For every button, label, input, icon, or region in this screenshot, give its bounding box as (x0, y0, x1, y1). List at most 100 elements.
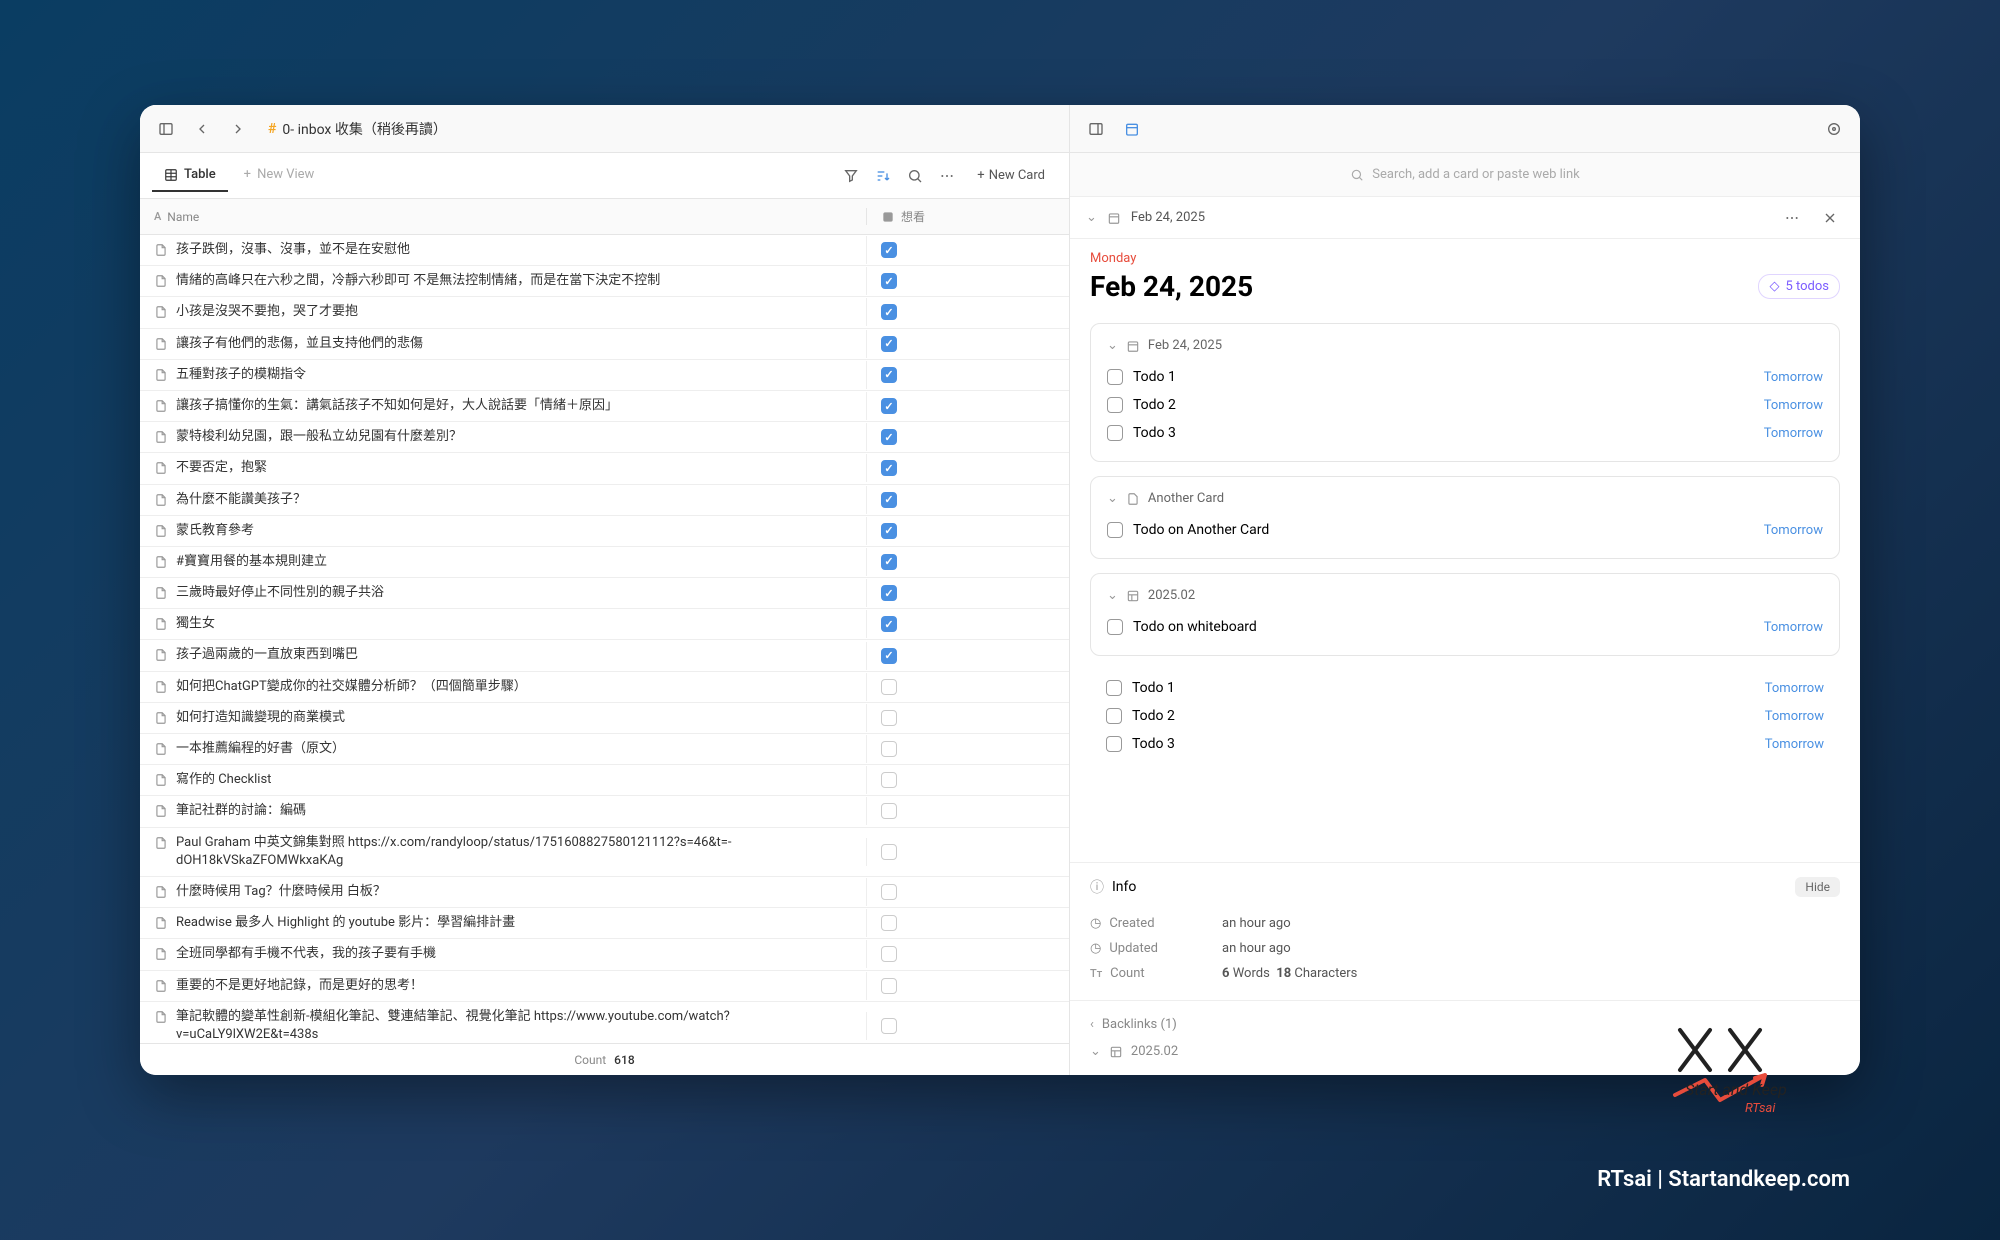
table-row[interactable]: 蒙氏教育參考 (140, 516, 1069, 547)
new-card-button[interactable]: + New Card (965, 162, 1057, 189)
sort-icon[interactable] (869, 162, 897, 190)
want-checkbox[interactable] (881, 772, 897, 788)
table-row[interactable]: 一本推薦編程的好書（原文） (140, 734, 1069, 765)
table-row[interactable]: Paul Graham 中英文錦集對照 https://x.com/randyl… (140, 828, 1069, 877)
search-bar[interactable]: Search, add a card or paste web link (1070, 153, 1860, 197)
want-checkbox[interactable] (881, 710, 897, 726)
loose-todos: Todo 1TomorrowTodo 2TomorrowTodo 3Tomorr… (1090, 670, 1840, 762)
table-row[interactable]: 筆記社群的討論：編碼 (140, 796, 1069, 827)
table-row[interactable]: 獨生女 (140, 609, 1069, 640)
table-row[interactable]: 不要否定，抱緊 (140, 453, 1069, 484)
want-checkbox[interactable] (881, 460, 897, 476)
want-checkbox[interactable] (881, 978, 897, 994)
todo-item[interactable]: Todo 3Tomorrow (1106, 730, 1824, 758)
panel-toggle-icon[interactable] (1082, 115, 1110, 143)
want-checkbox[interactable] (881, 616, 897, 632)
row-text: 蒙氏教育參考 (176, 522, 254, 540)
doc-icon (154, 430, 168, 444)
search-icon[interactable] (901, 162, 929, 190)
chevron-down-icon[interactable]: ⌄ (1086, 210, 1097, 225)
todo-item[interactable]: Todo on whiteboard Tomorrow (1107, 613, 1823, 641)
want-checkbox[interactable] (881, 367, 897, 383)
table-row[interactable]: 孩子跌倒，沒事、沒事，並不是在安慰他 (140, 235, 1069, 266)
column-want-header[interactable]: 想看 (866, 208, 1046, 225)
card-header[interactable]: ⌄2025.02 (1107, 588, 1823, 603)
todo-item[interactable]: Todo 2 Tomorrow (1107, 391, 1823, 419)
card-header[interactable]: ⌄Another Card (1107, 491, 1823, 506)
want-checkbox[interactable] (881, 1018, 897, 1034)
want-checkbox[interactable] (881, 492, 897, 508)
want-checkbox[interactable] (881, 915, 897, 931)
todo-card: ⌄Feb 24, 2025 Todo 1 Tomorrow Todo 2 Tom… (1090, 323, 1840, 462)
table-row[interactable]: 如何打造知識變現的商業模式 (140, 703, 1069, 734)
want-checkbox[interactable] (881, 273, 897, 289)
todo-checkbox[interactable] (1107, 522, 1123, 538)
table-row[interactable]: 三歲時最好停止不同性別的親子共浴 (140, 578, 1069, 609)
todo-checkbox[interactable] (1107, 425, 1123, 441)
close-icon[interactable] (1816, 204, 1844, 232)
more-icon[interactable] (933, 162, 961, 190)
table-row[interactable]: 五種對孩子的模糊指令 (140, 360, 1069, 391)
table-row[interactable]: 如何把ChatGPT變成你的社交媒體分析師？（四個簡單步驟） (140, 672, 1069, 703)
tab-table[interactable]: Table (152, 159, 228, 192)
hide-button[interactable]: Hide (1795, 877, 1840, 897)
want-checkbox[interactable] (881, 554, 897, 570)
want-checkbox[interactable] (881, 741, 897, 757)
doc-icon (154, 524, 168, 538)
want-checkbox[interactable] (881, 242, 897, 258)
want-checkbox[interactable] (881, 585, 897, 601)
table-row[interactable]: 筆記軟體的變革性創新-模組化筆記、雙連結筆記、視覺化筆記 https://www… (140, 1002, 1069, 1043)
todo-item[interactable]: Todo 3 Tomorrow (1107, 419, 1823, 447)
todo-checkbox[interactable] (1107, 369, 1123, 385)
doc-icon (154, 461, 168, 475)
want-checkbox[interactable] (881, 679, 897, 695)
table-row[interactable]: 讓孩子有他們的悲傷，並且支持他們的悲傷 (140, 329, 1069, 360)
more-icon[interactable] (1778, 204, 1806, 232)
table-row[interactable]: 孩子過兩歲的一直放東西到嘴巴 (140, 640, 1069, 671)
table-row[interactable]: 情緒的高峰只在六秒之間，冷靜六秒即可 不是無法控制情緒，而是在當下決定不控制 (140, 266, 1069, 297)
date-title: Feb 24, 2025 (1090, 270, 1253, 303)
table-row[interactable]: 為什麼不能讚美孩子？ (140, 485, 1069, 516)
want-checkbox[interactable] (881, 844, 897, 860)
table-row[interactable]: 全班同學都有手機不代表，我的孩子要有手機 (140, 939, 1069, 970)
todo-item[interactable]: Todo on Another Card Tomorrow (1107, 516, 1823, 544)
todos-badge[interactable]: ◇ 5 todos (1758, 274, 1840, 299)
todo-checkbox[interactable] (1107, 397, 1123, 413)
table-row[interactable]: #寶寶用餐的基本規則建立 (140, 547, 1069, 578)
want-checkbox[interactable] (881, 803, 897, 819)
table-row[interactable]: 小孩是沒哭不要抱，哭了才要抱 (140, 297, 1069, 328)
want-checkbox[interactable] (881, 648, 897, 664)
forward-button[interactable] (224, 115, 252, 143)
want-checkbox[interactable] (881, 429, 897, 445)
todo-checkbox[interactable] (1107, 619, 1123, 635)
todo-item[interactable]: Todo 1Tomorrow (1106, 674, 1824, 702)
want-checkbox[interactable] (881, 523, 897, 539)
table-row[interactable]: Readwise 最多人 Highlight 的 youtube 影片：學習編排… (140, 908, 1069, 939)
new-view-button[interactable]: + New View (232, 159, 327, 192)
card-header[interactable]: ⌄Feb 24, 2025 (1107, 338, 1823, 353)
todo-checkbox[interactable] (1106, 680, 1122, 696)
table-row[interactable]: 讓孩子搞懂你的生氣：講氣話孩子不知如何是好，大人說話要「情緒＋原因」 (140, 391, 1069, 422)
want-checkbox[interactable] (881, 946, 897, 962)
table-row[interactable]: 重要的不是更好地記錄，而是更好的思考！ (140, 971, 1069, 1002)
want-checkbox[interactable] (881, 336, 897, 352)
table-row[interactable]: 寫作的 Checklist (140, 765, 1069, 796)
want-checkbox[interactable] (881, 304, 897, 320)
filter-icon[interactable] (837, 162, 865, 190)
todo-item[interactable]: Todo 2Tomorrow (1106, 702, 1824, 730)
todo-checkbox[interactable] (1106, 708, 1122, 724)
journal-icon[interactable] (1118, 115, 1146, 143)
back-button[interactable] (188, 115, 216, 143)
table-row[interactable]: 什麼時候用 Tag？什麼時候用 白板？ (140, 877, 1069, 908)
want-checkbox[interactable] (881, 884, 897, 900)
sidebar-toggle-icon[interactable] (152, 115, 180, 143)
todo-item[interactable]: Todo 1 Tomorrow (1107, 363, 1823, 391)
settings-icon[interactable] (1820, 115, 1848, 143)
want-checkbox[interactable] (881, 398, 897, 414)
todo-checkbox[interactable] (1106, 736, 1122, 752)
todo-card: ⌄2025.02 Todo on whiteboard Tomorrow (1090, 573, 1840, 656)
column-name-header[interactable]: A Name (140, 210, 866, 224)
row-text: 不要否定，抱緊 (176, 459, 267, 477)
breadcrumb[interactable]: # 0- inbox 收集（稍後再讀） (268, 119, 447, 139)
table-row[interactable]: 蒙特梭利幼兒園，跟一般私立幼兒園有什麼差別？ (140, 422, 1069, 453)
